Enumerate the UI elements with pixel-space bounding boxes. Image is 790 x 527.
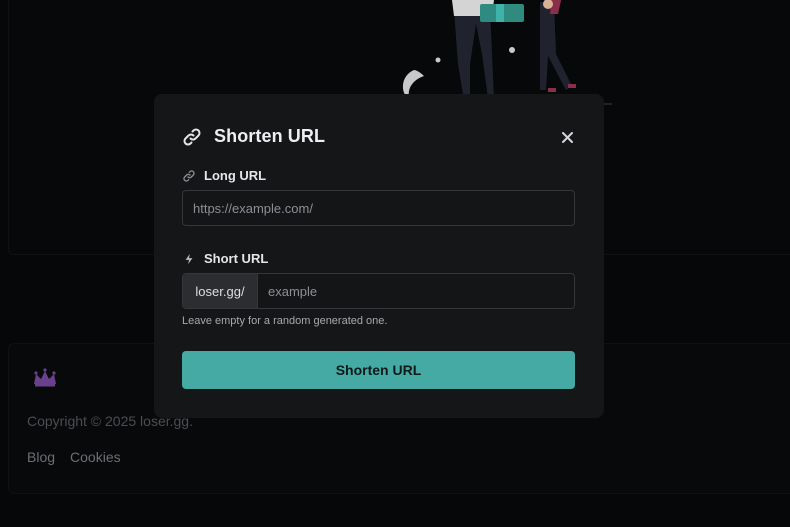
crown-icon[interactable]	[31, 368, 59, 388]
page: Copyright © 2025 loser.gg. Blog Cookies …	[0, 0, 790, 527]
shorten-url-button[interactable]: Shorten URL	[182, 351, 575, 389]
long-url-label: Long URL	[182, 168, 266, 183]
footer-links: Blog Cookies	[27, 449, 121, 465]
short-url-label: Short URL	[182, 251, 268, 266]
link-icon	[182, 169, 196, 182]
lightning-icon	[182, 253, 196, 265]
shorten-url-modal: Shorten URL Long URL https://example.com…	[154, 94, 604, 418]
short-url-input-group: loser.gg/	[182, 273, 575, 309]
hero-illustration	[402, 0, 612, 105]
long-url-input[interactable]	[182, 190, 575, 226]
short-url-prefix: loser.gg/	[183, 274, 258, 308]
close-button[interactable]	[558, 127, 576, 147]
close-icon[interactable]	[561, 131, 573, 143]
link-icon	[182, 127, 202, 146]
footer-link-cookies[interactable]: Cookies	[70, 449, 121, 465]
long-url-label-text: Long URL	[204, 168, 267, 183]
short-url-input[interactable]	[258, 274, 574, 308]
modal-title: Shorten URL	[214, 126, 326, 146]
short-url-help-text: Leave empty for a random generated one.	[182, 315, 388, 327]
modal-header: Shorten URL	[182, 126, 325, 147]
short-url-label-text: Short URL	[204, 251, 269, 266]
footer-link-blog[interactable]: Blog	[27, 449, 55, 465]
